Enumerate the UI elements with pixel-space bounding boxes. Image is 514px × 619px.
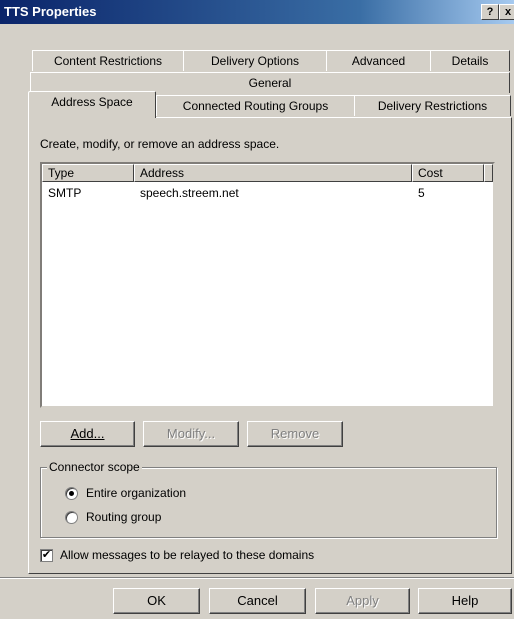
connector-scope-group (40, 467, 497, 538)
close-title-button[interactable]: x (499, 4, 514, 20)
column-header-type[interactable]: Type (42, 164, 134, 182)
remove-label: Remove (270, 426, 320, 441)
remove-button[interactable]: Remove (247, 421, 343, 447)
add-button[interactable]: Add... (40, 421, 135, 447)
relay-checkbox-label[interactable]: Allow messages to be relayed to these do… (60, 548, 314, 562)
ok-button[interactable]: OK (113, 588, 200, 614)
row-type: SMTP (48, 186, 82, 200)
tab-details[interactable]: Details (430, 50, 510, 71)
modify-button[interactable]: Modify... (143, 421, 239, 447)
tab-content-restrictions[interactable]: Content Restrictions (32, 50, 184, 71)
tab-general[interactable]: General (30, 72, 510, 93)
help-button[interactable]: Help (418, 588, 512, 614)
modify-label: Modify... (166, 426, 216, 441)
tab-connected-routing-groups[interactable]: Connected Routing Groups (156, 95, 355, 116)
instruction-text: Create, modify, or remove an address spa… (40, 137, 280, 151)
entire-organization-label[interactable]: Entire organization (86, 486, 186, 500)
address-space-list[interactable]: Type Address Cost SMTP speech.streem.net… (40, 162, 495, 408)
column-header-filler (484, 164, 493, 182)
row-cost: 5 (418, 186, 425, 200)
routing-group-radio[interactable] (65, 511, 78, 524)
tab-delivery-options[interactable]: Delivery Options (183, 50, 327, 71)
row-address: speech.streem.net (140, 186, 239, 200)
title-bar: TTS Properties ? x (0, 0, 514, 24)
help-title-button[interactable]: ? (481, 4, 499, 20)
tab-advanced[interactable]: Advanced (326, 50, 431, 71)
table-row[interactable]: SMTP speech.streem.net 5 (42, 186, 493, 202)
relay-checkbox[interactable]: ✔ (40, 549, 53, 562)
entire-organization-radio[interactable] (65, 487, 78, 500)
tab-delivery-restrictions[interactable]: Delivery Restrictions (354, 95, 511, 116)
footer-separator (0, 577, 514, 579)
checkmark-icon: ✔ (41, 549, 52, 561)
radio-selected-dot (69, 491, 74, 496)
add-label: Add... (70, 426, 105, 441)
column-header-address[interactable]: Address (134, 164, 412, 182)
window-title: TTS Properties (4, 4, 97, 19)
apply-button[interactable]: Apply (315, 588, 410, 614)
column-header-cost[interactable]: Cost (412, 164, 484, 182)
cancel-button[interactable]: Cancel (209, 588, 306, 614)
tab-address-space[interactable]: Address Space (28, 91, 156, 118)
routing-group-label[interactable]: Routing group (86, 510, 161, 524)
connector-scope-legend: Connector scope (47, 460, 142, 474)
